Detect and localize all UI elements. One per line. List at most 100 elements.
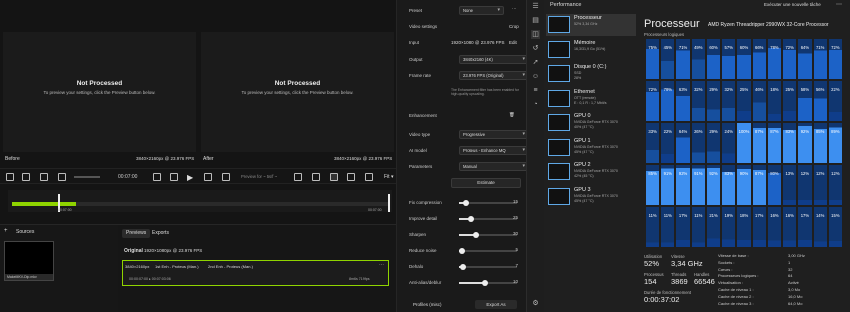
menu-icon[interactable]: ☰ bbox=[531, 2, 540, 11]
slider-knob[interactable] bbox=[473, 232, 480, 238]
framerate-select[interactable]: 23.976 FPS (Original) bbox=[459, 71, 529, 80]
compare-icon[interactable] bbox=[294, 173, 302, 181]
cpu-core-cell: 60% bbox=[705, 38, 722, 80]
side-by-side-icon[interactable] bbox=[330, 173, 338, 181]
add-source-button[interactable]: + bbox=[4, 228, 8, 234]
more-icon[interactable]: ⋯ bbox=[836, 1, 842, 8]
perf-item-graph bbox=[548, 16, 570, 33]
preset-menu-icon[interactable]: ⋯ bbox=[512, 6, 517, 12]
preset-select[interactable]: None bbox=[459, 6, 504, 15]
cpu-core-cell: 91% bbox=[690, 164, 706, 206]
slider-knob[interactable] bbox=[482, 280, 489, 286]
perf-item-graph bbox=[548, 89, 570, 107]
services-icon[interactable]: ◔ bbox=[531, 100, 540, 109]
setting-slider[interactable] bbox=[459, 232, 517, 238]
export-card[interactable]: 3840×2160px 1st Enh - Proteus (Man.) 2nd… bbox=[122, 260, 389, 286]
detail-key: Sockets : bbox=[718, 259, 735, 265]
slider-knob[interactable] bbox=[467, 216, 474, 222]
perf-item[interactable]: Mémoire 16,3/31,9 Go (51%) bbox=[546, 39, 636, 61]
output-select[interactable]: 3840x2160 (4K) bbox=[459, 55, 529, 64]
cpu-core-cell: 25% bbox=[782, 80, 798, 122]
setting-slider[interactable] bbox=[459, 264, 517, 270]
cpu-core-cell: 64% bbox=[797, 38, 813, 80]
perf-item[interactable]: Disque 0 (C:) SSD 28% bbox=[546, 63, 636, 85]
clear-in-icon[interactable] bbox=[40, 173, 48, 181]
perf-item[interactable]: GPU 3 NVIDIA GeForce RTX 3070 45% (47 °C) bbox=[546, 186, 636, 208]
slider-knob[interactable] bbox=[462, 200, 469, 206]
preview-before-title: Not Processed bbox=[76, 80, 123, 87]
grid-view-icon[interactable] bbox=[347, 173, 355, 181]
cpu-title: Processeur bbox=[644, 18, 700, 30]
preview-before-hint: To preview your settings, click the Prev… bbox=[43, 90, 156, 95]
timeline-out-handle[interactable] bbox=[388, 194, 390, 212]
delete-icon[interactable]: 🗑 bbox=[509, 112, 515, 118]
aimodel-select[interactable]: Proteus - Enhance MQ bbox=[459, 146, 529, 155]
preview-length-select[interactable]: Preview for ~ 5s/f ~ bbox=[241, 174, 277, 179]
timeline[interactable]: 00:07:00 00:07:00 bbox=[8, 190, 392, 212]
profiles-select[interactable]: Profiles (misc) bbox=[413, 302, 442, 307]
clear-out-icon[interactable] bbox=[58, 173, 66, 181]
detail-key: Vitesse de base : bbox=[718, 253, 749, 258]
play-icon[interactable]: ▶ bbox=[187, 173, 193, 182]
setting-slider[interactable] bbox=[459, 216, 517, 222]
perf-item[interactable]: GPU 1 NVIDIA GeForce RTX 3070 45% (47 °C) bbox=[546, 137, 636, 159]
new-task-button[interactable]: Exécuter une nouvelle tâche bbox=[764, 2, 821, 7]
details-icon[interactable]: ≡ bbox=[531, 86, 540, 95]
processes-icon[interactable]: ▤ bbox=[531, 16, 540, 25]
perf-item[interactable]: GPU 0 NVIDIA GeForce RTX 3070 40% (47 °C) bbox=[546, 112, 636, 134]
perf-item[interactable]: GPU 2 NVIDIA GeForce RTX 3070 42% (45 °C) bbox=[546, 161, 636, 183]
fullscreen-icon[interactable] bbox=[365, 173, 373, 181]
performance-icon[interactable]: ◫ bbox=[531, 30, 540, 39]
cpu-core-cell: 91% bbox=[660, 164, 676, 206]
cpu-core-cell: 12% bbox=[827, 164, 843, 206]
edit-input-button[interactable]: Edit bbox=[509, 40, 517, 45]
tab-previews[interactable]: Previews bbox=[122, 229, 151, 238]
split-view-icon[interactable] bbox=[312, 173, 320, 181]
startup-icon[interactable]: ➚ bbox=[531, 58, 540, 67]
cpu-name: AMD Ryzen Threadripper 2990WX 32-Core Pr… bbox=[708, 22, 829, 28]
mark-out-icon[interactable] bbox=[22, 173, 30, 181]
export-menu-icon[interactable]: ⋯ bbox=[379, 262, 384, 268]
timeline-track[interactable] bbox=[12, 202, 388, 206]
preview-before-pane[interactable]: Not Processed To preview your settings, … bbox=[3, 32, 196, 152]
enhancement-header[interactable]: Enhancement 🗑 bbox=[409, 111, 520, 121]
slider-knob[interactable] bbox=[460, 264, 467, 270]
setting-slider[interactable] bbox=[458, 248, 517, 254]
tab-exports[interactable]: Exports bbox=[148, 229, 173, 238]
perf-item[interactable]: Processeur 52% 3,34 GHz bbox=[546, 14, 636, 36]
params-select[interactable]: Manual bbox=[459, 162, 529, 171]
setting-slider[interactable] bbox=[459, 200, 517, 206]
estimate-button[interactable]: Estimate bbox=[451, 178, 521, 188]
history-icon[interactable]: ↺ bbox=[531, 44, 540, 53]
fit-select[interactable]: Fit ▾ bbox=[384, 174, 393, 180]
cpu-core-cell: 85% bbox=[645, 164, 661, 206]
step-back-icon[interactable] bbox=[170, 173, 178, 181]
videotype-label: Video type bbox=[409, 132, 431, 137]
detail-key: Cache de niveau 2 : bbox=[718, 293, 754, 299]
settings-gear-icon[interactable]: ⚙ bbox=[531, 299, 540, 308]
cpu-core-cell: 16% bbox=[766, 206, 783, 248]
next-frame-icon[interactable] bbox=[222, 173, 230, 181]
setting-slider[interactable] bbox=[459, 280, 517, 286]
task-manager: Performance Exécuter une nouvelle tâche … bbox=[544, 0, 850, 312]
preset-row: Preset None ⋯ bbox=[409, 6, 520, 16]
volume-slider[interactable] bbox=[74, 176, 100, 178]
cpu-core-cell: 14% bbox=[812, 206, 828, 248]
preview-after-pane[interactable]: Not Processed To preview your settings, … bbox=[201, 32, 394, 152]
crop-button[interactable]: Crop bbox=[509, 24, 519, 29]
slider-knob[interactable] bbox=[458, 248, 465, 254]
taskmanager-sidebar: ☰ ▤ ◫ ↺ ➚ ☺ ≡ ◔ ⚙ bbox=[526, 0, 544, 312]
prev-frame-icon[interactable] bbox=[153, 173, 161, 181]
users-icon[interactable]: ☺ bbox=[531, 72, 540, 81]
source-thumbnail[interactable]: MakeMKV-Dip.mkv bbox=[4, 241, 54, 281]
cpu-core-cell: 29% bbox=[705, 80, 722, 122]
cpu-core-cell: 46% bbox=[751, 80, 767, 122]
export-as-button[interactable]: Export As bbox=[475, 300, 517, 309]
step-forward-icon[interactable] bbox=[204, 173, 212, 181]
perf-item[interactable]: Ethernet OTT (remote) E : 0,1 R : 1,7 Mbit… bbox=[546, 88, 636, 110]
cpu-core-cell: 13% bbox=[782, 164, 798, 206]
uptime-stat: Durée de fonctionnement 0:00:37:02 bbox=[644, 290, 691, 304]
export-enh2: 2nd Enh - Proteus (Man.) bbox=[208, 264, 253, 269]
videotype-select[interactable]: Progressive bbox=[459, 130, 529, 139]
mark-in-icon[interactable] bbox=[6, 173, 14, 181]
